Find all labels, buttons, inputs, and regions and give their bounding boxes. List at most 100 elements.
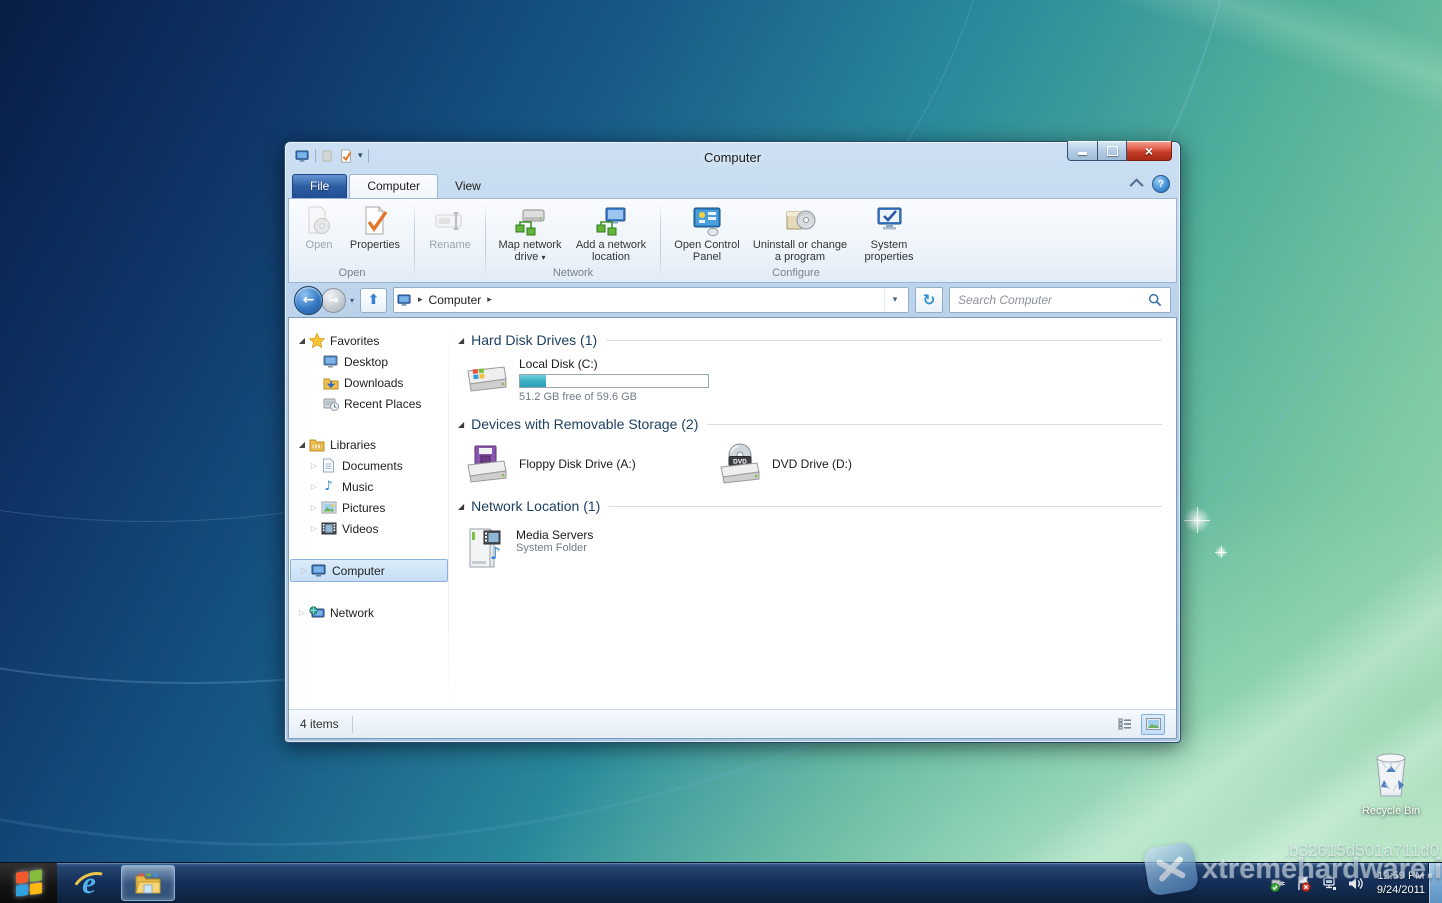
tree-collapsed-icon[interactable]: ▷ bbox=[308, 524, 320, 533]
status-bar: 4 items bbox=[289, 709, 1176, 738]
open-button[interactable]: Open bbox=[296, 201, 342, 253]
add-network-location-button[interactable]: Add a network location bbox=[568, 201, 654, 265]
taskbar-clock[interactable]: 12:59 PM 9/24/2011 bbox=[1377, 869, 1425, 897]
action-center-icon[interactable] bbox=[1295, 875, 1312, 892]
back-button[interactable]: ← bbox=[294, 286, 323, 315]
sidebar-item-favorites[interactable]: ◢ Favorites bbox=[289, 330, 449, 351]
tab-computer[interactable]: Computer bbox=[349, 174, 438, 198]
tree-collapsed-icon[interactable]: ▷ bbox=[308, 461, 320, 470]
ribbon-group-label: Network bbox=[553, 266, 593, 282]
tree-collapsed-icon[interactable]: ▷ bbox=[308, 503, 320, 512]
wallpaper-sparkle bbox=[1214, 545, 1228, 559]
section-collapse-icon[interactable]: ◢ bbox=[458, 336, 464, 345]
tab-view[interactable]: View bbox=[438, 175, 498, 198]
star-icon bbox=[309, 333, 325, 348]
sidebar-item-music[interactable]: ▷ ♪ Music bbox=[289, 476, 449, 497]
ribbon-separator bbox=[660, 204, 661, 278]
section-network-location[interactable]: ◢ Network Location (1) bbox=[456, 495, 1162, 517]
details-view-icon bbox=[1118, 718, 1132, 730]
search-icon[interactable] bbox=[1148, 293, 1162, 307]
section-collapse-icon[interactable]: ◢ bbox=[458, 502, 464, 511]
recycle-bin[interactable]: Recycle Bin bbox=[1352, 750, 1430, 817]
open-icon bbox=[303, 205, 335, 237]
control-panel-icon bbox=[691, 205, 723, 237]
start-button[interactable] bbox=[0, 863, 57, 903]
maximize-button[interactable] bbox=[1098, 141, 1127, 161]
help-icon[interactable]: ? bbox=[1152, 175, 1170, 193]
ribbon-separator bbox=[414, 204, 415, 278]
forward-button[interactable]: → bbox=[321, 288, 346, 313]
item-local-disk-c[interactable]: Local Disk (C:) 51.2 GB free of 59.6 GB bbox=[464, 357, 1162, 403]
uninstall-program-button[interactable]: Uninstall or change a program bbox=[747, 201, 853, 265]
breadcrumb-arrow-icon[interactable]: ▸ bbox=[487, 295, 492, 305]
ribbon-group-rename: Rename bbox=[416, 201, 484, 282]
ribbon-group-network: Map network drive ▾ Add a network locati… bbox=[487, 201, 659, 282]
section-rule bbox=[609, 506, 1162, 507]
show-desktop-button[interactable] bbox=[1428, 863, 1442, 903]
removable-devices-row: Floppy Disk Drive (A:) DVD bbox=[464, 443, 1162, 485]
rename-button[interactable]: Rename bbox=[421, 201, 479, 253]
network-status-icon[interactable] bbox=[1321, 875, 1338, 892]
taskbar-internet-explorer-button[interactable]: e bbox=[63, 866, 115, 900]
videos-icon bbox=[321, 522, 337, 535]
minimize-ribbon-icon[interactable] bbox=[1130, 178, 1144, 192]
sidebar-item-libraries[interactable]: ◢ Libraries bbox=[289, 434, 449, 455]
breadcrumb-computer[interactable]: Computer bbox=[429, 293, 482, 307]
details-view-button[interactable] bbox=[1113, 714, 1137, 735]
sidebar-item-computer[interactable]: ▷ Computer bbox=[290, 559, 448, 582]
ribbon-separator bbox=[485, 204, 486, 278]
section-collapse-icon[interactable]: ◢ bbox=[458, 420, 464, 429]
taskbar-explorer-button[interactable] bbox=[121, 865, 175, 901]
address-dropdown-icon[interactable]: ▾ bbox=[884, 288, 905, 312]
item-media-servers[interactable]: ♪ Media Servers System Folder bbox=[464, 525, 1162, 571]
address-bar[interactable]: ▸ Computer ▸ ▾ bbox=[393, 287, 909, 313]
sidebar-item-desktop[interactable]: Desktop bbox=[289, 351, 449, 372]
sidebar-item-documents[interactable]: ▷ Documents bbox=[289, 455, 449, 476]
volume-icon[interactable] bbox=[1347, 875, 1364, 892]
tree-expanded-icon[interactable]: ◢ bbox=[296, 336, 308, 345]
system-properties-button[interactable]: System properties bbox=[853, 201, 925, 265]
item-dvd-drive-d[interactable]: DVD DVD Drive (D:) bbox=[717, 443, 970, 485]
rename-icon bbox=[434, 205, 466, 237]
sidebar-gap bbox=[289, 539, 449, 559]
map-network-drive-button[interactable]: Map network drive ▾ bbox=[492, 201, 568, 266]
capacity-bar-fill bbox=[520, 375, 546, 387]
tab-file[interactable]: File bbox=[292, 174, 347, 198]
section-removable-storage[interactable]: ◢ Devices with Removable Storage (2) bbox=[456, 413, 1162, 435]
up-button[interactable]: ⬆ bbox=[360, 288, 387, 313]
sidebar-item-pictures[interactable]: ▷ Pictures bbox=[289, 497, 449, 518]
item-count: 4 items bbox=[300, 717, 339, 731]
tree-expanded-icon[interactable]: ◢ bbox=[296, 440, 308, 449]
section-hard-disk-drives[interactable]: ◢ Hard Disk Drives (1) bbox=[456, 329, 1162, 351]
tree-collapsed-icon[interactable]: ▷ bbox=[296, 608, 308, 617]
sidebar-item-downloads[interactable]: Downloads bbox=[289, 372, 449, 393]
dropdown-icon: ▾ bbox=[541, 253, 545, 262]
hard-drive-icon bbox=[464, 357, 510, 397]
safely-remove-hardware-icon[interactable] bbox=[1269, 875, 1286, 892]
item-floppy-drive-a[interactable]: Floppy Disk Drive (A:) bbox=[464, 443, 717, 485]
recycle-bin-icon bbox=[1370, 750, 1412, 798]
close-button[interactable]: × bbox=[1127, 141, 1172, 161]
sidebar-item-videos[interactable]: ▷ Videos bbox=[289, 518, 449, 539]
items-view[interactable]: ◢ Hard Disk Drives (1) bbox=[449, 318, 1176, 709]
media-note-glyph: ♪ bbox=[490, 544, 501, 564]
thumbnail-view-button[interactable] bbox=[1141, 714, 1165, 735]
sidebar-item-network[interactable]: ▷ Network bbox=[289, 602, 449, 623]
drive-free-space: 51.2 GB free of 59.6 GB bbox=[519, 391, 709, 403]
recent-pages-dropdown-icon[interactable]: ▾ bbox=[350, 296, 354, 305]
uninstall-icon bbox=[784, 205, 816, 237]
desktop[interactable]: Recycle Bin .b32615d501a711d0 bbox=[0, 0, 1442, 903]
system-tray: 12:59 PM 9/24/2011 bbox=[1269, 863, 1425, 903]
tree-collapsed-icon[interactable]: ▷ bbox=[308, 482, 320, 491]
search-box[interactable]: Search Computer bbox=[949, 287, 1171, 313]
tree-collapsed-icon[interactable]: ▷ bbox=[298, 566, 310, 575]
add-network-location-icon bbox=[595, 205, 627, 237]
title-bar[interactable]: ▾ Computer × bbox=[285, 142, 1180, 172]
refresh-button[interactable]: ↻ bbox=[915, 287, 943, 313]
drive-name: Local Disk (C:) bbox=[519, 357, 709, 371]
properties-button[interactable]: Properties bbox=[342, 201, 408, 253]
breadcrumb-arrow-icon[interactable]: ▸ bbox=[418, 295, 423, 305]
minimize-button[interactable] bbox=[1067, 141, 1098, 161]
open-control-panel-button[interactable]: Open Control Panel bbox=[667, 201, 747, 265]
sidebar-item-recent-places[interactable]: Recent Places bbox=[289, 393, 449, 414]
